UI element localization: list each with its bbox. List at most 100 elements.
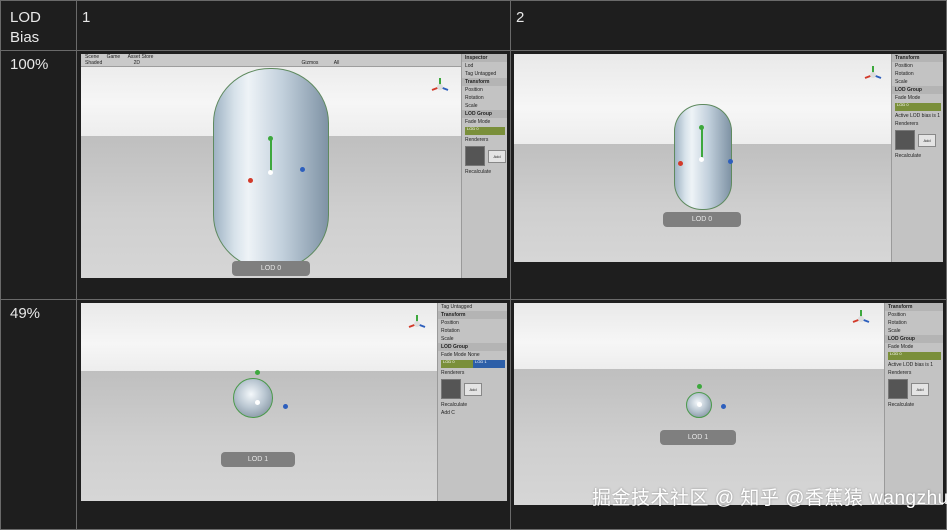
add-component-button[interactable]: Add C: [438, 409, 507, 417]
add-button[interactable]: Add: [918, 133, 936, 147]
gizmo-center[interactable]: [697, 402, 702, 407]
renderers-label: Renderers: [465, 137, 489, 143]
lod0-bar[interactable]: LOD 0: [441, 360, 473, 368]
gizmo-x-handle[interactable]: [678, 161, 683, 166]
tag-label: Tag: [465, 71, 474, 77]
transform-header[interactable]: Transform: [462, 78, 507, 86]
sky: [514, 303, 943, 369]
lod0-bar[interactable]: LOD 0: [888, 352, 941, 360]
sphere-lod1[interactable]: [233, 378, 273, 418]
transform-header[interactable]: Transform: [438, 311, 507, 319]
table-row-divider: [0, 50, 947, 51]
lod-group-header[interactable]: LOD Group: [892, 86, 943, 94]
position-label: Position: [465, 87, 483, 93]
header-col-2: 2: [516, 9, 525, 26]
inspector-panel: Transform Position Rotation Scale LOD Gr…: [891, 54, 943, 262]
table-border-top: [0, 0, 947, 1]
add-button[interactable]: Add: [488, 149, 506, 163]
gizmo-center[interactable]: [699, 157, 704, 162]
scale-label: Scale: [895, 79, 908, 85]
renderers-label: Renderers: [895, 121, 919, 127]
scene-orientation-gizmo[interactable]: [429, 76, 451, 98]
axes-icon: [852, 310, 870, 323]
fade-mode-label: Fade Mode: [888, 344, 914, 350]
row-bias-100: 100%: [10, 56, 49, 73]
lod-label: LOD 1: [221, 452, 295, 467]
renderer-slot[interactable]: [895, 130, 915, 150]
gizmo-y-handle[interactable]: [697, 384, 702, 389]
fade-mode-value[interactable]: None: [468, 352, 480, 358]
fade-mode-label: Fade Mode: [441, 352, 467, 358]
active-lod-warning: Active LOD bias is 1: [888, 362, 934, 368]
gizmo-y-handle[interactable]: [255, 370, 260, 375]
header-lod-bias: LOD Bias: [10, 9, 41, 46]
recalculate-button[interactable]: Recalculate: [892, 152, 943, 160]
add-button[interactable]: Add: [911, 382, 929, 396]
rotation-label: Rotation: [888, 320, 907, 326]
recalculate-button[interactable]: Recalculate: [438, 401, 507, 409]
transform-header[interactable]: Transform: [885, 303, 943, 311]
tab-game[interactable]: Game: [107, 54, 121, 60]
tag-value[interactable]: Untagged: [450, 304, 472, 310]
gizmo-center[interactable]: [268, 170, 273, 175]
tag-label: Tag: [441, 304, 450, 310]
renderer-slot[interactable]: [465, 146, 485, 166]
scene-toolbar: Scene Game Asset Store Shaded 2D Gizmos …: [81, 54, 507, 67]
comparison-table: LOD Bias 1 2 100% 49% Scene Game Asset S…: [0, 0, 947, 530]
lod-label: LOD 0: [232, 261, 310, 276]
screenshot-r2c1: LOD 1 Tag Untagged Transform Position Ro…: [81, 303, 507, 501]
screenshot-r1c1: Scene Game Asset Store Shaded 2D Gizmos …: [81, 54, 507, 278]
inspector-panel: Inspector Lod Tag Untagged Transform Pos…: [461, 54, 507, 278]
gizmo-center[interactable]: [255, 400, 260, 405]
lod-group-header[interactable]: LOD Group: [438, 343, 507, 351]
scale-label: Scale: [888, 328, 901, 334]
gizmo-z-handle[interactable]: [728, 159, 733, 164]
renderer-slot[interactable]: [888, 379, 908, 399]
gizmo-z-handle[interactable]: [283, 404, 288, 409]
watermark: 掘金技术社区 @ 知乎 @香蕉猿 wangzhuanx: [592, 488, 947, 509]
tab-asset-store[interactable]: Asset Store: [128, 54, 154, 60]
gizmo-y-axis[interactable]: [701, 129, 703, 159]
screenshot-r1c2: LOD 0 Transform Position Rotation Scale …: [514, 54, 943, 262]
gizmo-y-axis[interactable]: [270, 138, 272, 172]
axes-icon: [864, 66, 882, 79]
position-label: Position: [441, 320, 459, 326]
gizmo-y-handle[interactable]: [699, 125, 704, 130]
lod-group-header[interactable]: LOD Group: [462, 110, 507, 118]
scene-orientation-gizmo[interactable]: [850, 308, 872, 330]
inspector-panel: Tag Untagged Transform Position Rotation…: [437, 303, 507, 501]
gizmo-y-handle[interactable]: [268, 136, 273, 141]
tag-value[interactable]: Untagged: [474, 71, 496, 77]
scene-orientation-gizmo[interactable]: [862, 64, 884, 86]
rotation-label: Rotation: [465, 95, 484, 101]
shading-dropdown[interactable]: Shaded: [85, 60, 102, 66]
axes-icon: [431, 78, 449, 91]
active-lod-warning: Active LOD bias is 1: [895, 113, 941, 119]
rotation-label: Rotation: [895, 71, 914, 77]
mode-2d-toggle[interactable]: 2D: [134, 60, 140, 66]
recalculate-button[interactable]: Recalculate: [462, 168, 507, 176]
lod-group-header[interactable]: LOD Group: [885, 335, 943, 343]
recalculate-button[interactable]: Recalculate: [885, 401, 943, 409]
scene-search[interactable]: All: [334, 60, 340, 66]
gizmo-z-handle[interactable]: [300, 167, 305, 172]
add-button[interactable]: Add: [464, 382, 482, 396]
gizmo-z-handle[interactable]: [721, 404, 726, 409]
lod0-bar[interactable]: LOD 0: [465, 127, 505, 135]
gizmo-x-handle[interactable]: [248, 178, 253, 183]
fade-mode-field[interactable]: Fade Mode None: [438, 351, 507, 359]
tag-field[interactable]: Tag Untagged: [462, 70, 507, 78]
lod0-bar[interactable]: LOD 0: [895, 103, 941, 111]
lod1-bar[interactable]: LOD 1: [473, 360, 505, 368]
scene-orientation-gizmo[interactable]: [406, 313, 428, 335]
transform-header[interactable]: Transform: [892, 54, 943, 62]
tag-field[interactable]: Tag Untagged: [438, 303, 507, 311]
renderer-slot[interactable]: [441, 379, 461, 399]
renderers-label: Renderers: [888, 370, 912, 376]
rotation-label: Rotation: [441, 328, 460, 334]
object-name[interactable]: Lod: [462, 62, 507, 70]
table-row-divider: [0, 299, 947, 300]
gizmos-dropdown[interactable]: Gizmos: [301, 60, 318, 66]
fade-mode-label: Fade Mode: [465, 119, 491, 125]
header-col-1: 1: [82, 9, 91, 26]
